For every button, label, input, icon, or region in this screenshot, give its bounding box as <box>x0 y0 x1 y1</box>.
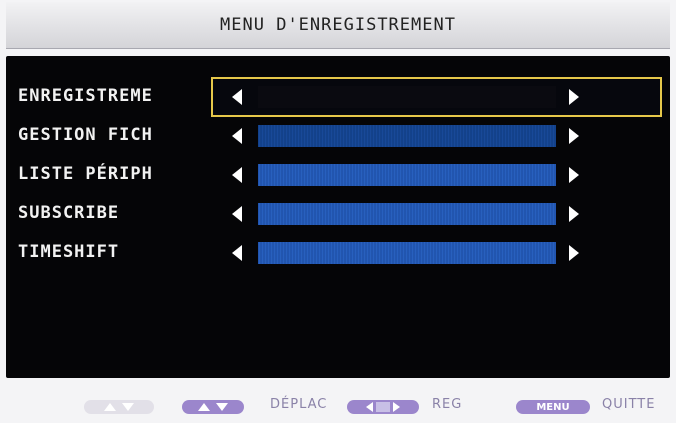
menu-panel: ENREGISTREME GESTION FICH LISTE PÉRIPH S… <box>6 56 670 378</box>
right-arrow-icon <box>393 402 400 412</box>
menu-item-liste-periph[interactable]: LISTE PÉRIPH <box>6 158 670 192</box>
value-bar <box>258 242 556 264</box>
up-arrow-icon <box>104 403 116 411</box>
menu-item-label: GESTION FICH <box>18 125 153 145</box>
page-title: MENU D'ENREGISTREMENT <box>220 15 456 35</box>
arrow-right-icon[interactable] <box>569 167 579 183</box>
down-arrow-icon <box>216 403 228 411</box>
faded-updown-pill <box>84 400 154 414</box>
arrow-left-icon[interactable] <box>232 167 242 183</box>
updown-key-pill <box>182 400 244 414</box>
menu-item-label: TIMESHIFT <box>18 242 120 262</box>
left-arrow-icon <box>366 402 373 412</box>
arrow-left-icon[interactable] <box>232 89 242 105</box>
arrow-right-icon[interactable] <box>569 245 579 261</box>
down-arrow-icon <box>122 403 134 411</box>
value-bar <box>258 86 556 108</box>
menu-item-label: SUBSCRIBE <box>18 203 120 223</box>
adjust-help-label: REG <box>432 397 463 412</box>
quit-help-label: QUITTE <box>602 397 656 412</box>
arrow-left-icon[interactable] <box>232 128 242 144</box>
value-bar <box>258 125 556 147</box>
menu-item-subscribe[interactable]: SUBSCRIBE <box>6 197 670 231</box>
arrow-right-icon[interactable] <box>569 128 579 144</box>
menu-item-gestion-fich[interactable]: GESTION FICH <box>6 119 670 153</box>
up-arrow-icon <box>198 403 210 411</box>
move-help-label: DÉPLAC <box>270 397 328 412</box>
arrow-right-icon[interactable] <box>569 206 579 222</box>
menu-item-enregistrement[interactable]: ENREGISTREME <box>6 80 670 114</box>
menu-key-pill: MENU <box>516 400 590 414</box>
pill-separator <box>376 402 390 412</box>
menu-item-label: LISTE PÉRIPH <box>18 164 153 184</box>
arrow-right-icon[interactable] <box>569 89 579 105</box>
value-bar <box>258 203 556 225</box>
arrow-left-icon[interactable] <box>232 206 242 222</box>
arrow-left-icon[interactable] <box>232 245 242 261</box>
help-bar: DÉPLAC REG MENU QUITTE <box>0 388 676 423</box>
leftright-key-pill <box>347 400 419 414</box>
recording-menu-screen: MENU D'ENREGISTREMENT ENREGISTREME GESTI… <box>0 0 676 423</box>
value-bar <box>258 164 556 186</box>
menu-item-label: ENREGISTREME <box>18 86 153 106</box>
menu-item-timeshift[interactable]: TIMESHIFT <box>6 236 670 270</box>
title-bar: MENU D'ENREGISTREMENT <box>6 2 670 49</box>
